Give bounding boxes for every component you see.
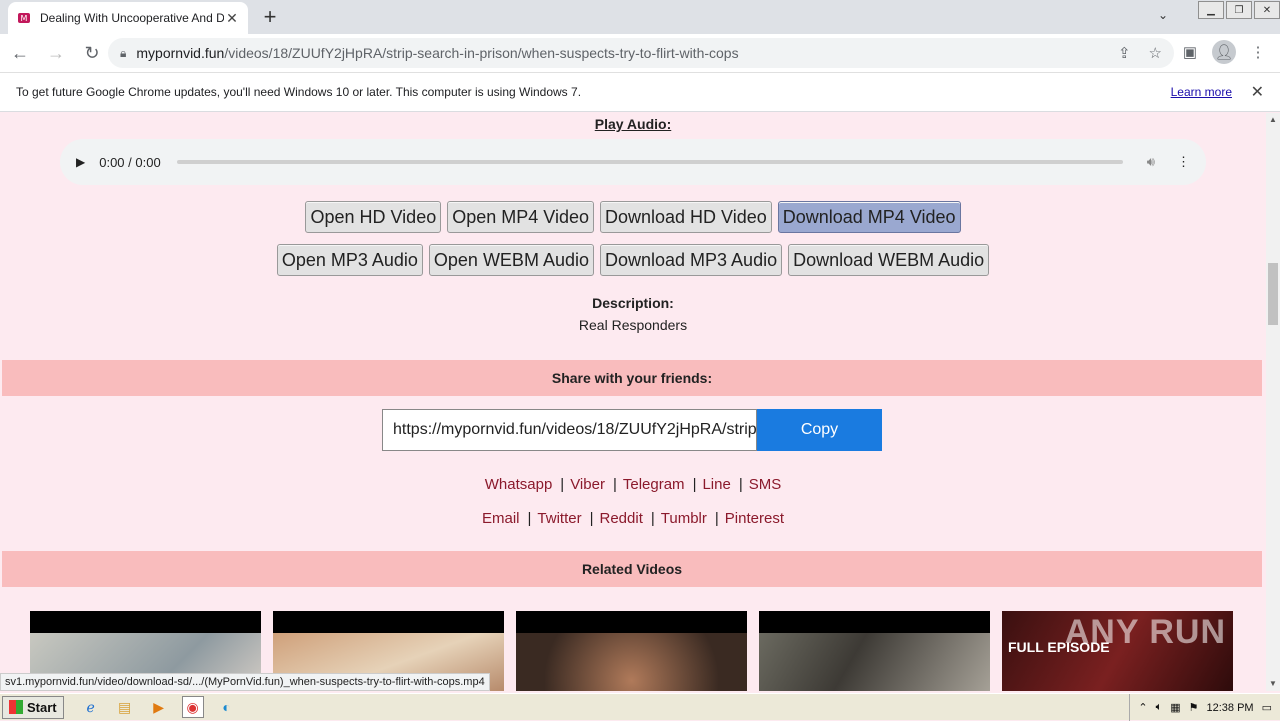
learn-more-link[interactable]: Learn more — [1171, 85, 1232, 99]
open-mp3-audio-button[interactable]: Open MP3 Audio — [276, 244, 423, 276]
audio-progress-track[interactable] — [176, 160, 1123, 164]
show-desktop-icon[interactable]: ▭ — [1262, 701, 1272, 714]
share-link-whatsapp[interactable]: Whatsapp — [485, 476, 553, 493]
share-link-viber[interactable]: Viber — [570, 476, 605, 493]
address-bar[interactable]: 🔒︎ mypornvid.fun/videos/18/ZUUfY2jHpRA/s… — [108, 38, 1174, 68]
separator: | — [738, 476, 743, 493]
chrome-icon[interactable]: ◉ — [181, 696, 204, 718]
window-controls: ▁ ❐ ✕ — [1196, 0, 1280, 19]
anyrun-watermark: ANY RUN — [1064, 613, 1226, 651]
minimize-icon[interactable]: ▁ — [1198, 1, 1224, 19]
network-icon[interactable]: ▦ — [1170, 701, 1180, 714]
tab-title: Dealing With Uncooperative And Dru — [40, 11, 224, 25]
share-box: https://mypornvid.fun/videos/18/ZUUfY2jH… — [382, 409, 882, 451]
bookmark-star-icon[interactable]: ☆ — [1149, 44, 1162, 62]
share-link-telegram[interactable]: Telegram — [623, 476, 685, 493]
separator: | — [650, 510, 655, 527]
separator: | — [560, 476, 565, 493]
url-host: mypornvid.fun — [136, 45, 225, 61]
lock-icon: 🔒︎ — [120, 45, 127, 60]
audio-time: 0:00 / 0:00 — [99, 154, 161, 170]
svg-text:M: M — [21, 14, 28, 23]
play-audio-heading: Play Audio: — [594, 116, 672, 132]
download-mp4-video-button[interactable]: Download MP4 Video — [777, 201, 961, 233]
site-favicon-icon: M — [16, 10, 32, 26]
speaker-icon[interactable]: 🔈︎ — [1156, 701, 1163, 714]
share-link-tumblr[interactable]: Tumblr — [661, 510, 707, 527]
start-button[interactable]: Start — [2, 695, 64, 719]
share-links-row1: Whatsapp | Viber | Telegram | Line | SMS — [0, 476, 1266, 493]
share-link-line[interactable]: Line — [702, 476, 730, 493]
audio-buttons-row: Open MP3 Audio Open WEBM Audio Download … — [0, 244, 1266, 276]
download-hd-video-button[interactable]: Download HD Video — [599, 201, 772, 233]
share-link-sms[interactable]: SMS — [749, 476, 782, 493]
share-link-reddit[interactable]: Reddit — [600, 510, 643, 527]
infobar-close-icon[interactable]: ✕ — [1251, 82, 1264, 102]
page-scrollbar[interactable]: ▲ ▼ — [1266, 113, 1280, 691]
file-explorer-icon[interactable]: ▤ — [114, 696, 136, 718]
tray-expand-icon[interactable]: ⌃ — [1138, 701, 1147, 714]
related-video-thumbnail[interactable] — [516, 611, 747, 691]
update-infobar: To get future Google Chrome updates, you… — [0, 72, 1280, 112]
download-mp3-audio-button[interactable]: Download MP3 Audio — [599, 244, 783, 276]
video-buttons-row: Open HD Video Open MP4 Video Download HD… — [0, 201, 1266, 233]
scroll-down-icon[interactable]: ▼ — [1266, 677, 1280, 691]
url-path: /videos/18/ZUUfY2jHpRA/strip-search-in-p… — [224, 45, 739, 61]
scrollbar-thumb[interactable] — [1268, 263, 1278, 325]
side-panel-icon[interactable]: ▣ — [1178, 40, 1202, 64]
tab-strip: M Dealing With Uncooperative And Dru ✕ +… — [0, 0, 1280, 34]
open-mp4-video-button[interactable]: Open MP4 Video — [447, 201, 594, 233]
new-tab-button[interactable]: + — [258, 4, 282, 30]
forward-arrow-icon[interactable]: → — [40, 37, 72, 69]
tab-search-chevron-icon[interactable]: ⌄ — [1158, 8, 1168, 22]
related-videos-header: Related Videos — [2, 551, 1262, 587]
browser-toolbar: ← → ↻ 🔒︎ mypornvid.fun/videos/18/ZUUfY2j… — [0, 34, 1280, 72]
separator: | — [692, 476, 697, 493]
volume-icon[interactable]: 🔊︎ — [1147, 154, 1155, 170]
open-webm-audio-button[interactable]: Open WEBM Audio — [428, 244, 594, 276]
internet-explorer-icon[interactable]: ℯ — [80, 696, 102, 718]
infobar-message: To get future Google Chrome updates, you… — [16, 85, 582, 99]
separator: | — [527, 510, 532, 527]
reload-icon[interactable]: ↻ — [76, 37, 108, 69]
separator: | — [714, 510, 719, 527]
profile-avatar-icon[interactable]: 👤︎ — [1212, 40, 1236, 64]
windows-logo-icon — [9, 700, 23, 714]
separator: | — [589, 510, 594, 527]
browser-tab[interactable]: M Dealing With Uncooperative And Dru ✕ — [8, 2, 248, 34]
close-window-icon[interactable]: ✕ — [1254, 1, 1280, 19]
page-content: Play Audio: ▶ 0:00 / 0:00 🔊︎ ⋮ Open HD V… — [0, 113, 1266, 691]
share-link-twitter[interactable]: Twitter — [537, 510, 581, 527]
scroll-up-icon[interactable]: ▲ — [1266, 113, 1280, 127]
share-url-input[interactable]: https://mypornvid.fun/videos/18/ZUUfY2jH… — [382, 409, 757, 451]
related-video-thumbnail[interactable] — [759, 611, 990, 691]
restore-icon[interactable]: ❐ — [1226, 1, 1252, 19]
copy-button[interactable]: Copy — [757, 409, 882, 451]
audio-player[interactable]: ▶ 0:00 / 0:00 🔊︎ ⋮ — [60, 139, 1206, 185]
share-link-pinterest[interactable]: Pinterest — [725, 510, 784, 527]
description-text: Real Responders — [578, 317, 688, 333]
status-bubble: sv1.mypornvid.fun/video/download-sd/.../… — [0, 673, 490, 691]
back-arrow-icon[interactable]: ← — [4, 37, 36, 69]
download-webm-audio-button[interactable]: Download WEBM Audio — [788, 244, 990, 276]
action-center-flag-icon[interactable]: ⚑ — [1189, 701, 1199, 714]
description-label: Description: — [592, 295, 674, 311]
windows-taskbar: Start ℯ ▤ ▶ ◉ ◐ ⌃ 🔈︎ ▦ ⚑ 12:38 PM ▭ — [0, 693, 1280, 721]
edge-icon[interactable]: ◐ — [216, 696, 238, 718]
start-label: Start — [27, 699, 57, 715]
media-player-icon[interactable]: ▶ — [148, 696, 170, 718]
menu-kebab-icon[interactable]: ⋮ — [1246, 40, 1270, 64]
clock[interactable]: 12:38 PM — [1207, 702, 1254, 714]
share-icon[interactable]: ⇪ — [1118, 44, 1131, 62]
audio-menu-kebab-icon[interactable]: ⋮ — [1177, 154, 1190, 170]
share-header: Share with your friends: — [2, 360, 1262, 396]
play-icon[interactable]: ▶ — [76, 155, 85, 169]
system-tray: ⌃ 🔈︎ ▦ ⚑ 12:38 PM ▭ — [1129, 694, 1280, 721]
separator: | — [612, 476, 617, 493]
tab-close-icon[interactable]: ✕ — [224, 10, 240, 27]
open-hd-video-button[interactable]: Open HD Video — [305, 201, 442, 233]
share-link-email[interactable]: Email — [482, 510, 520, 527]
share-links-row2: Email | Twitter | Reddit | Tumblr | Pinteres… — [0, 510, 1266, 527]
